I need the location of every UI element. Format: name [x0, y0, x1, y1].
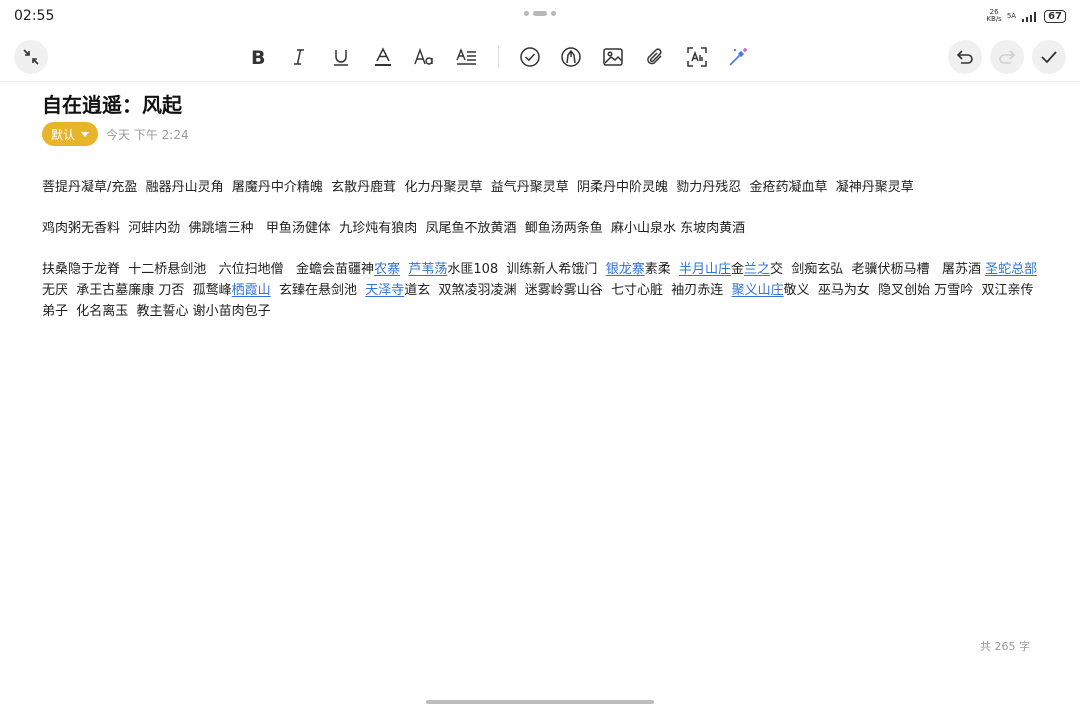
clock: 02:55 [14, 8, 55, 24]
note-text: 扶桑隐于龙脊 十二桥悬剑池 六位扫地僧 金蟾会苗疆神 [42, 262, 375, 277]
paragraph-format-button[interactable] [450, 40, 484, 74]
pen-button[interactable] [554, 40, 588, 74]
text-color-button[interactable] [366, 40, 400, 74]
text-color-icon [375, 47, 391, 66]
sim-label: 5A [1006, 11, 1017, 20]
underline-icon [334, 50, 348, 66]
note-link[interactable]: 圣蛇总部 [985, 262, 1037, 277]
attachment-button[interactable] [638, 40, 672, 74]
image-icon [603, 48, 623, 66]
note-text: 菩提丹凝草/充盈 融器丹山灵角 屠魔丹中介精魄 玄散丹鹿茸 化力丹聚灵草 益气丹… [42, 180, 914, 195]
note-paragraph: 菩提丹凝草/充盈 融器丹山灵角 屠魔丹中介精魄 玄散丹鹿茸 化力丹聚灵草 益气丹… [42, 177, 1042, 198]
note-link[interactable]: 兰之 [744, 262, 770, 277]
bold-button[interactable]: B [241, 40, 275, 74]
note-link[interactable]: 聚义山庄 [732, 283, 784, 298]
font-size-icon [414, 47, 433, 65]
italic-icon [294, 49, 304, 65]
note-link[interactable]: 半月山庄 [679, 262, 731, 277]
note-paragraph: 扶桑隐于龙脊 十二桥悬剑池 六位扫地僧 金蟾会苗疆神农寨 芦苇荡水匪108 训练… [42, 259, 1042, 322]
note-text: 交 剑痴玄弘 老骥伏枥马槽 屠苏酒 [770, 262, 986, 277]
category-dropdown[interactable]: 默认 [42, 122, 99, 146]
editor-toolbar: B [0, 38, 1080, 78]
note-text: 玄臻在悬剑池 [270, 283, 366, 298]
collapse-button[interactable] [14, 40, 48, 74]
underline-button[interactable] [324, 40, 358, 74]
note-link[interactable]: 栖霞山 [232, 283, 271, 298]
battery-indicator: 67 [1044, 9, 1066, 23]
check-icon [1041, 51, 1057, 64]
scan-text-button[interactable] [680, 40, 714, 74]
signal-icon [1022, 11, 1037, 22]
note-link[interactable]: 银龙寨 [606, 262, 645, 277]
ai-magic-button[interactable] [721, 40, 755, 74]
note-text: 水匪108 训练新人希饿门 [447, 262, 606, 277]
scan-text-icon [687, 47, 707, 67]
status-bar: 02:55 26 KB/s 5A 67 [0, 0, 1080, 32]
attachment-icon [647, 48, 662, 65]
note-text: 无厌 承王古墓廉康 刀否 孤鹜峰 [42, 283, 232, 298]
ai-magic-icon [729, 48, 747, 66]
note-body[interactable]: 菩提丹凝草/充盈 融器丹山灵角 屠魔丹中介精魄 玄散丹鹿茸 化力丹聚灵草 益气丹… [42, 177, 1042, 342]
note-text: 道玄 双煞凌羽凌渊 迷雾岭雾山谷 七寸心脏 袖刃赤连 [404, 283, 732, 298]
note-link[interactable]: 天泽寺 [365, 283, 404, 298]
network-speed: 26 KB/s [986, 8, 1002, 23]
font-size-button[interactable] [408, 40, 442, 74]
collapse-icon [23, 49, 39, 65]
redo-icon [999, 50, 1016, 64]
note-text: 素柔 [644, 262, 679, 277]
status-icons: 26 KB/s 5A 67 [986, 9, 1066, 23]
note-paragraph: 鸡肉粥无香料 河蚌内劲 佛跳墙三种 甲鱼汤健体 九珍炖有狼肉 凤尾鱼不放黄酒 鲫… [42, 218, 1042, 239]
italic-button[interactable] [282, 40, 316, 74]
toolbar-separator [0, 81, 1080, 82]
pen-icon [561, 47, 581, 67]
done-button[interactable] [1032, 40, 1066, 74]
note-title[interactable]: 自在逍遥：风起 [42, 89, 182, 118]
checklist-icon [520, 47, 540, 67]
note-timestamp: 今天 下午 2:24 [106, 127, 189, 142]
paragraph-format-icon [456, 48, 476, 65]
dropdown-arrow-icon [81, 131, 90, 137]
home-indicator[interactable] [426, 700, 654, 704]
word-count: 共 265 字 [980, 640, 1030, 653]
toolbar-divider [498, 46, 499, 68]
note-text: 鸡肉粥无香料 河蚌内劲 佛跳墙三种 甲鱼汤健体 九珍炖有狼肉 凤尾鱼不放黄酒 鲫… [42, 221, 746, 236]
redo-button[interactable] [990, 40, 1024, 74]
bold-icon: B [251, 47, 265, 67]
undo-icon [956, 50, 973, 64]
undo-button[interactable] [948, 40, 982, 74]
note-meta: 默认 今天 下午 2:24 [42, 122, 189, 146]
note-link[interactable]: 芦苇荡 [408, 262, 447, 277]
note-link[interactable]: 农寨 [374, 262, 400, 277]
svg-text:B: B [251, 47, 265, 67]
image-button[interactable] [596, 40, 630, 74]
note-text: 金 [731, 262, 745, 277]
category-label: 默认 [51, 127, 76, 142]
checklist-button[interactable] [513, 40, 547, 74]
window-handle[interactable] [524, 11, 556, 16]
